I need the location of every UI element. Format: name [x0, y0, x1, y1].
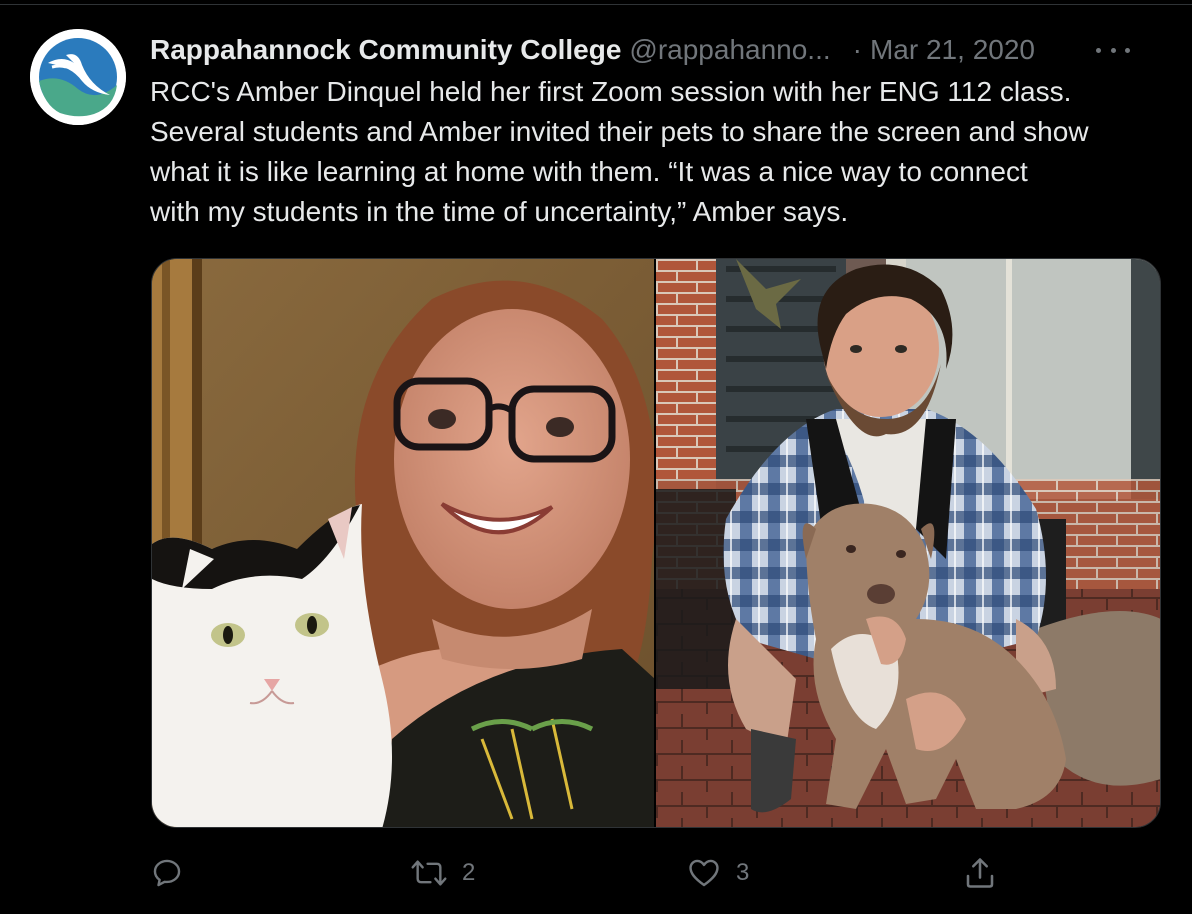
tweet-text-line: what it is like learning at home with th… — [150, 156, 1028, 187]
tweet-date[interactable]: Mar 21, 2020 — [870, 34, 1035, 66]
tweet-text-line: RCC's Amber Dinquel held her first Zoom … — [150, 76, 1072, 107]
like-count: 3 — [736, 859, 750, 886]
tweet-text-line: with my students in the time of uncertai… — [150, 196, 849, 227]
photo-man-with-dog[interactable] — [656, 259, 1160, 827]
retweet-icon — [411, 860, 447, 886]
tweet-actions: 2 3 — [0, 848, 1192, 898]
photo-woman-with-cat-image — [152, 259, 654, 827]
share-button[interactable] — [962, 848, 1012, 898]
photo-woman-with-cat[interactable] — [152, 259, 654, 827]
tweet-media — [151, 258, 1161, 828]
more-dots-icon[interactable] — [1096, 45, 1130, 55]
author-handle[interactable]: @rappahanno... — [629, 34, 830, 66]
header-separator: · — [852, 34, 862, 65]
retweet-count: 2 — [462, 859, 476, 886]
author-avatar[interactable] — [30, 29, 126, 125]
tweet-text: RCC's Amber Dinquel held her first Zoom … — [150, 72, 1170, 232]
author-display-name[interactable]: Rappahannock Community College — [150, 34, 621, 66]
retweet-button[interactable]: 2 — [410, 848, 475, 898]
heart-icon — [689, 859, 719, 887]
top-divider — [0, 0, 1192, 5]
like-button[interactable]: 3 — [686, 848, 749, 898]
share-icon — [966, 858, 994, 888]
photo-man-with-dog-image — [656, 259, 1160, 827]
reply-icon — [153, 859, 181, 887]
tweet-text-line: Several students and Amber invited their… — [150, 116, 1089, 147]
tweet-header: Rappahannock Community College @rappahan… — [150, 30, 1160, 70]
rcc-heron-logo-icon — [30, 29, 126, 125]
reply-button[interactable] — [150, 848, 198, 898]
